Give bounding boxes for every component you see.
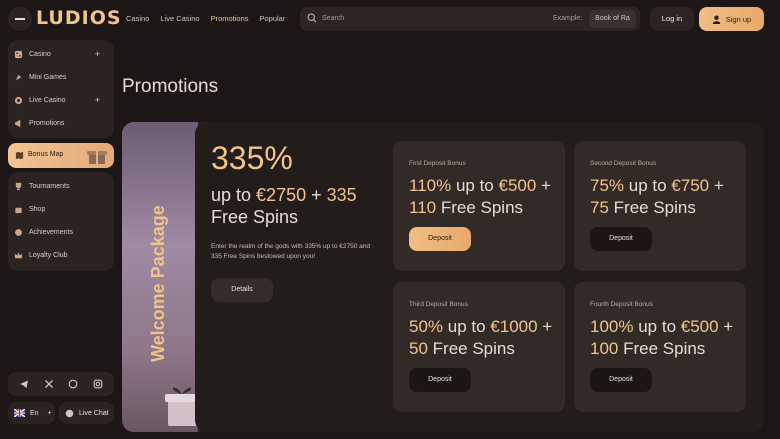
search-example-chip[interactable]: Book of Ra (589, 10, 636, 28)
bonus-card-second: Second Deposit Bonus 75% up to €750 + 75… (574, 141, 746, 271)
crown-icon (14, 251, 23, 260)
summary-spins: 335 (326, 185, 357, 205)
sidebar-item-label: Achievements (29, 228, 73, 236)
sidebar-secondary-group: Tournaments Shop Achievements Loyalty Cl… (8, 172, 114, 271)
megaphone-icon (14, 119, 23, 128)
nav-casino[interactable]: Casino (126, 14, 149, 23)
bonus-card-fourth: Fourth Deposit Bonus 100% up to €500 + 1… (574, 282, 746, 412)
live-chat-label: Live Chat (79, 409, 109, 417)
deposit-button[interactable]: Deposit (409, 368, 471, 392)
card-label: First Deposit Bonus (409, 160, 466, 167)
page-title: Promotions (122, 76, 219, 97)
bonus-map-label: Bonus Map (28, 151, 64, 158)
gift-icon (87, 151, 107, 164)
summary-text: + (306, 185, 327, 205)
telegram-icon[interactable] (19, 379, 29, 389)
sidebar-item-achievements[interactable]: Achievements (14, 224, 108, 240)
promotion-content: 335% up to €2750 + 335 Free Spins Enter … (195, 122, 764, 432)
bag-icon (14, 205, 23, 214)
hamburger-icon (15, 18, 25, 20)
sidebar-item-shop[interactable]: Shop (14, 201, 108, 217)
card-offer: 75% up to €750 + 75 Free Spins (590, 176, 724, 217)
welcome-package-panel: Welcome Package 335% up to €2750 + 335 F… (122, 122, 764, 432)
expand-icon[interactable]: + (95, 95, 100, 105)
social-links (8, 372, 114, 396)
bonus-card-first: First Deposit Bonus 110% up to €500 + 11… (393, 141, 565, 271)
sidebar-item-label: Shop (29, 205, 46, 213)
sidebar-item-label: Promotions (29, 119, 65, 127)
instagram-icon[interactable] (93, 379, 103, 389)
sidebar-item-mini-games[interactable]: Mini Games (14, 69, 108, 85)
sidebar-item-casino[interactable]: Casino + (14, 46, 108, 62)
chip-icon (14, 96, 23, 105)
card-label: Fourth Deposit Bonus (590, 301, 653, 308)
sidebar-item-label: Loyalty Club (29, 251, 68, 259)
package-description: Enter the realm of the gods with 335% up… (211, 243, 370, 260)
trophy-icon (14, 182, 23, 191)
search-example-label: Example: (553, 15, 583, 22)
card-label: Third Deposit Bonus (409, 301, 468, 308)
summary-text: up to (211, 185, 257, 205)
summary-amount: €2750 (256, 185, 307, 205)
sidebar-item-label: Live Casino (29, 96, 66, 104)
card-offer: 100% up to €500 + 100 Free Spins (590, 317, 734, 358)
menu-button[interactable] (8, 7, 32, 31)
medal-icon (14, 228, 23, 237)
search-icon (307, 13, 317, 23)
language-label: En (30, 409, 39, 417)
deposit-button[interactable]: Deposit (590, 227, 652, 251)
promo-visual: Welcome Package (122, 122, 201, 432)
search-input[interactable]: Search Example: Book of Ra (300, 7, 640, 31)
summary-text: Free Spins (211, 207, 299, 227)
main-nav: Casino Live Casino Promotions Popular (126, 14, 285, 23)
package-percentage: 335% (211, 140, 293, 176)
sidebar-item-promotions[interactable]: Promotions (14, 115, 108, 131)
card-offer: 50% up to €1000 + 50 Free Spins (409, 317, 553, 358)
search-placeholder: Search (322, 15, 345, 22)
logo[interactable]: LUDIOS (36, 7, 122, 29)
sidebar-item-loyalty-club[interactable]: Loyalty Club (14, 247, 108, 263)
card-offer: 110% up to €500 + 110 Free Spins (409, 176, 551, 217)
card-label: Second Deposit Bonus (590, 160, 657, 167)
package-summary: up to €2750 + 335 Free Spins (211, 184, 386, 228)
sidebar-item-live-casino[interactable]: Live Casino + (14, 92, 108, 108)
signup-label: Sign up (725, 14, 752, 24)
sidebar-item-label: Mini Games (29, 73, 67, 81)
deposit-button[interactable]: Deposit (409, 227, 471, 251)
sidebar-item-label: Casino (29, 50, 51, 58)
whatsapp-icon[interactable] (68, 379, 78, 389)
uk-flag-icon (14, 409, 25, 417)
nav-popular[interactable]: Popular (260, 14, 286, 23)
header: LUDIOS Casino Live Casino Promotions Pop… (0, 0, 780, 38)
login-button[interactable]: Log in (650, 7, 694, 31)
deposit-button[interactable]: Deposit (590, 368, 652, 392)
signup-button[interactable]: Sign up (699, 7, 764, 31)
map-icon (15, 151, 24, 160)
x-icon[interactable] (44, 379, 54, 389)
sidebar-main-group: Casino + Mini Games Live Casino + Promot… (8, 40, 114, 138)
live-chat-button[interactable]: Live Chat (59, 402, 114, 424)
user-icon (712, 15, 721, 24)
bonus-card-third: Third Deposit Bonus 50% up to €1000 + 50… (393, 282, 565, 412)
dice-icon (14, 50, 23, 59)
sidebar-item-tournaments[interactable]: Tournaments (14, 178, 108, 194)
sidebar-item-label: Tournaments (29, 182, 70, 190)
plus-icon: + (47, 409, 52, 417)
expand-icon[interactable]: + (95, 49, 100, 59)
language-selector[interactable]: En + (8, 402, 55, 424)
sidebar-item-bonus-map[interactable]: Bonus Map (8, 143, 114, 168)
details-button[interactable]: Details (211, 278, 273, 302)
chat-icon (65, 409, 74, 417)
rocket-icon (14, 73, 23, 82)
nav-promotions[interactable]: Promotions (211, 14, 249, 23)
nav-live-casino[interactable]: Live Casino (160, 14, 199, 23)
welcome-package-label: Welcome Package (148, 205, 168, 362)
